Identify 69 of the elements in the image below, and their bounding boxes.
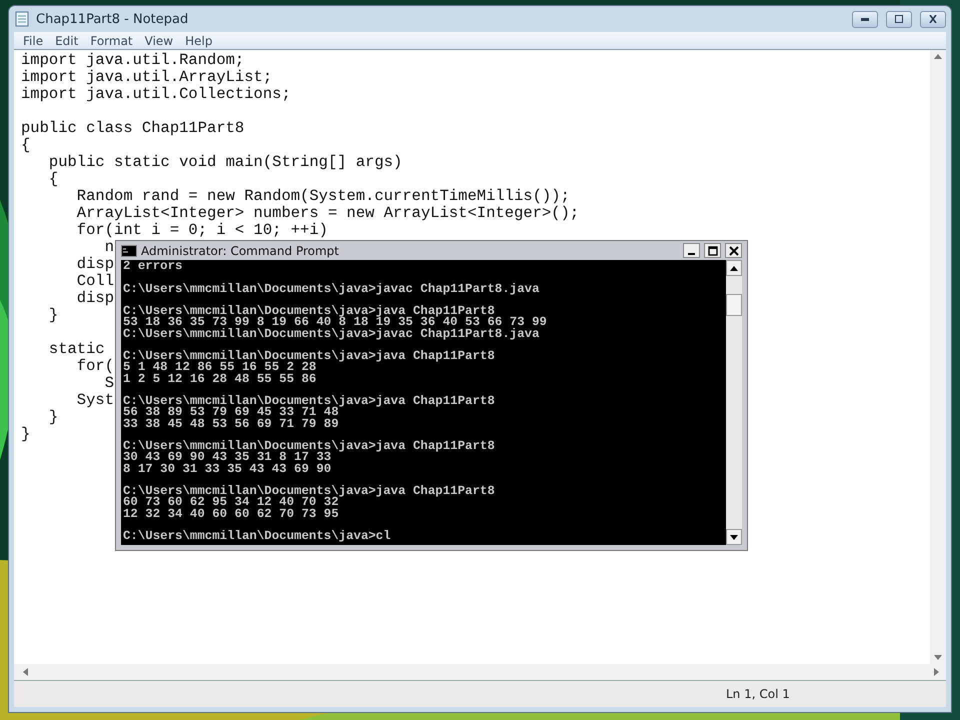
maximize-button[interactable] — [704, 243, 721, 258]
maximize-icon — [893, 15, 905, 23]
scroll-down-button[interactable] — [726, 529, 742, 545]
console-line: C:\Users\mmcmillan\Documents\java>java Chap11Part8 — [123, 394, 495, 408]
scroll-thumb[interactable] — [726, 294, 742, 316]
menu-item[interactable]: Format — [85, 34, 138, 48]
close-icon — [728, 246, 738, 256]
maximize-button[interactable] — [886, 10, 912, 28]
console-line: 60 73 60 62 95 34 12 40 70 32 — [123, 495, 339, 510]
code-line: { — [21, 136, 30, 154]
console-line: 8 17 30 31 33 35 43 43 69 90 — [123, 462, 332, 476]
console-icon — [121, 244, 137, 256]
code-line: Coll — [76, 272, 114, 290]
close-button[interactable] — [725, 243, 742, 258]
down-arrow-icon — [934, 655, 942, 661]
code-line: for(int i = 0; i < 10; ++i) — [76, 221, 328, 239]
cursor-position: Ln 1, Col 1 — [726, 687, 790, 701]
code-line: } — [48, 306, 58, 324]
down-arrow-icon — [730, 534, 738, 540]
code-line: public static void main(String[] args) — [48, 153, 402, 171]
code-line: S — [104, 374, 114, 392]
console-line: C:\Users\mmcmillan\Documents\java>java Chap11Part8 — [123, 439, 495, 453]
notepad-icon — [14, 11, 30, 27]
code-line: { — [48, 170, 58, 188]
code-line: } — [48, 408, 58, 426]
minimize-button[interactable] — [683, 243, 700, 258]
menu-item[interactable]: Help — [180, 34, 218, 48]
maximize-icon — [708, 246, 718, 256]
console-line: C:\Users\mmcmillan\Documents\java>java Chap11Part8 — [123, 484, 495, 498]
code-line: import java.util.ArrayList; — [21, 68, 272, 86]
console-line: 12 32 34 40 60 60 62 70 73 95 — [123, 506, 339, 520]
console-line: 1 2 5 12 16 28 48 55 55 86 — [123, 372, 316, 386]
close-button[interactable] — [920, 10, 946, 28]
code-line: ArrayList<Integer> numbers = new ArrayList<Integer>(); — [76, 204, 580, 222]
minimize-button[interactable] — [852, 10, 878, 28]
console-line: C:\Users\mmcmillan\Documents\java>java Chap11Part8 — [123, 349, 495, 363]
window-title: Administrator: Command Prompt — [141, 244, 339, 258]
menu-item[interactable]: File — [18, 34, 48, 48]
up-arrow-icon — [934, 53, 942, 59]
code-line: } — [21, 425, 30, 443]
code-line: n — [104, 238, 114, 256]
code-line: import java.util.Random; — [21, 51, 244, 69]
menu-item[interactable]: Edit — [50, 34, 84, 48]
code-line: public class Chap11Part8 — [21, 119, 244, 137]
window-title: Chap11Part8 - Notepad — [36, 12, 188, 26]
code-line: disp — [76, 255, 114, 273]
right-arrow-icon — [934, 668, 940, 676]
console-line: C:\Users\mmcmillan\Documents\java>cl — [123, 529, 391, 543]
code-line: static — [48, 340, 105, 358]
up-arrow-icon — [730, 266, 738, 270]
code-line: Syst — [76, 391, 114, 409]
console-line: C:\Users\mmcmillan\Documents\java>javac Chap11Part8.java — [123, 326, 540, 340]
code-line: import java.util.Collections; — [21, 85, 291, 103]
console-line: C:\Users\mmcmillan\Documents\java>java Chap11Part8 — [123, 304, 495, 318]
code-line: Random rand = new Random(System.currentTimeMillis()); — [76, 187, 570, 205]
minimize-icon — [859, 15, 871, 23]
left-arrow-icon — [22, 668, 28, 676]
code-line: for( — [76, 357, 114, 375]
console-line: 56 38 89 53 79 69 45 33 71 48 — [123, 405, 339, 420]
console-line: 30 43 69 90 43 35 31 8 17 33 — [123, 450, 332, 464]
console-line: C:\Users\mmcmillan\Documents\java>javac Chap11Part8.java — [123, 282, 540, 296]
console-line: 5 1 48 12 86 55 16 55 2 28 — [123, 360, 316, 374]
menu-item[interactable]: View — [140, 34, 178, 48]
code-line: disp — [76, 289, 114, 307]
minimize-icon — [688, 253, 695, 255]
close-icon — [927, 15, 939, 23]
scroll-up-button[interactable] — [726, 260, 742, 276]
console-line: 2 errors — [123, 260, 182, 273]
console-line: 33 38 45 48 53 56 69 71 79 89 — [123, 416, 339, 430]
